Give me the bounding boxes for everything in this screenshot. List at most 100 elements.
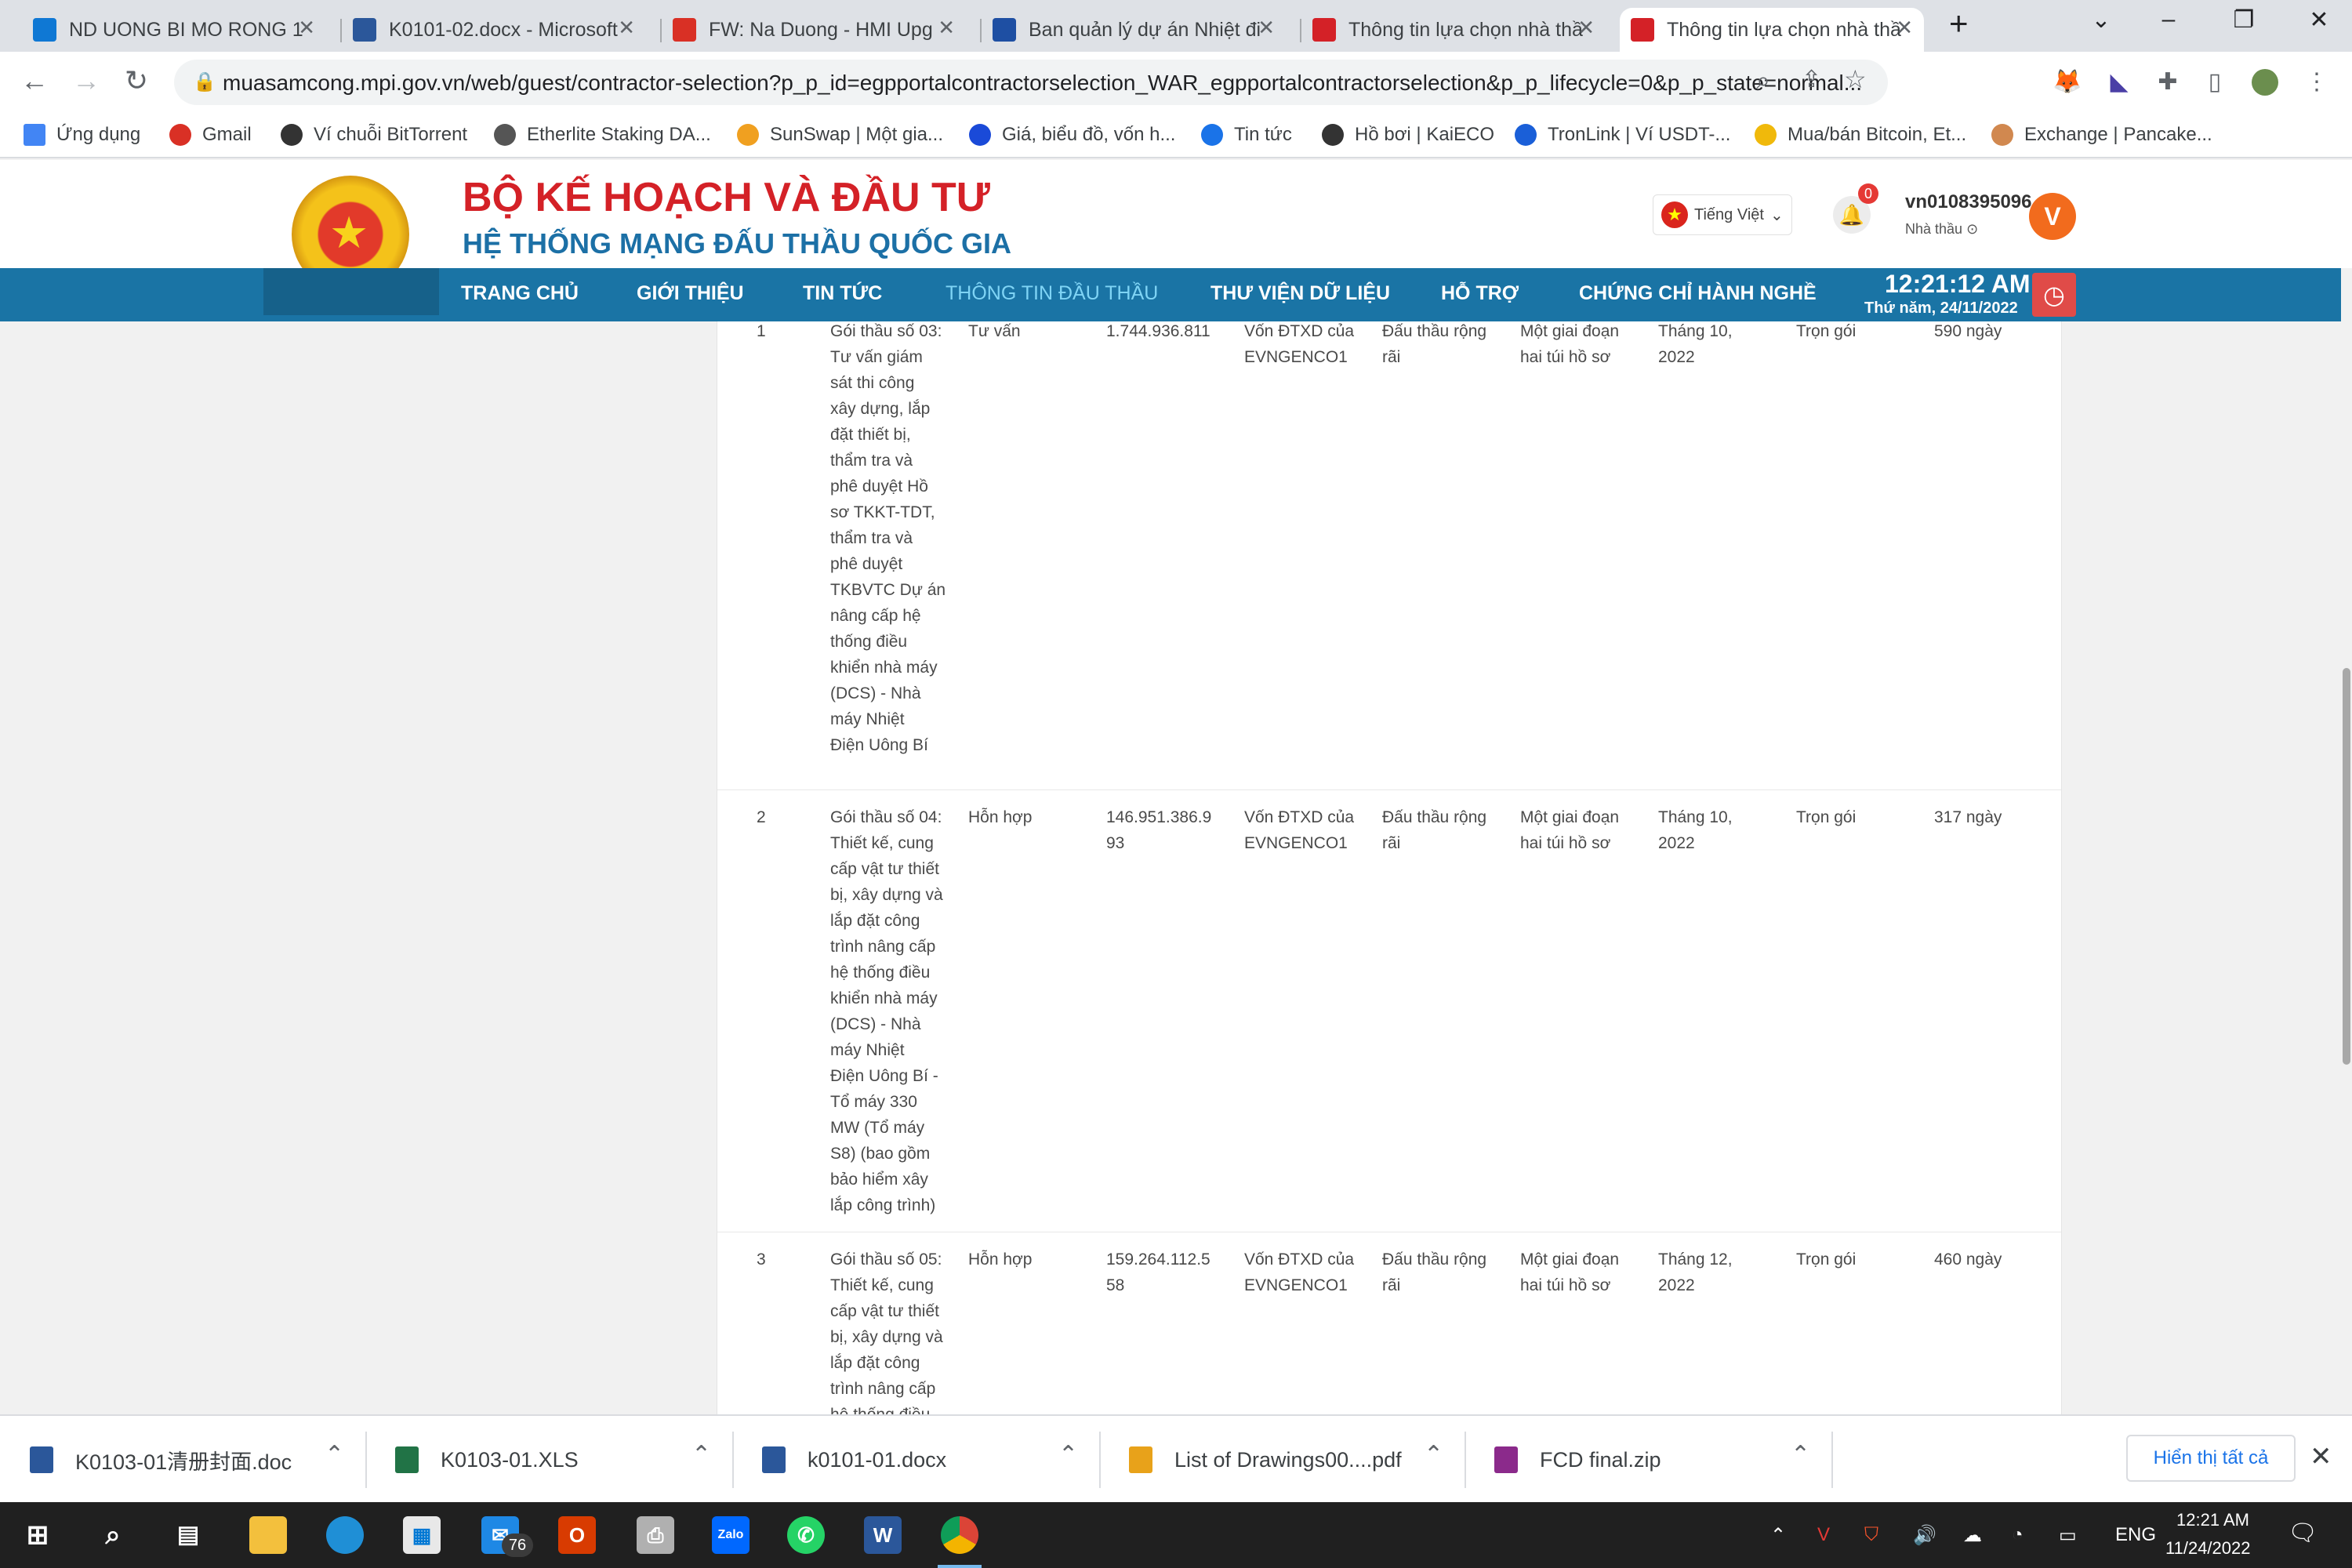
menu-kebab-icon[interactable]: ⋮	[2303, 69, 2330, 96]
zalo-icon[interactable]: Zalo	[712, 1516, 750, 1554]
search-icon[interactable]: ⌕	[94, 1516, 132, 1554]
url-text[interactable]: muasamcong.mpi.gov.vn/web/guest/contract…	[223, 71, 1862, 96]
browser-tab[interactable]: ND UONG BI MO RONG 1 ✕	[22, 8, 326, 52]
bookmark-item[interactable]: Gmail	[169, 119, 252, 151]
notification-center-icon[interactable]: 🗨	[2288, 1519, 2318, 1547]
nav-item[interactable]: HỖ TRỢ	[1441, 282, 1519, 305]
windows-start-icon[interactable]: ⊞	[19, 1516, 56, 1554]
bookmark-item[interactable]: Ví chuỗi BitTorrent	[281, 119, 467, 151]
close-window-icon[interactable]: ✕	[2296, 6, 2343, 34]
close-tab-icon[interactable]: ✕	[618, 16, 635, 40]
bookmark-item[interactable]: Giá, biểu đồ, vốn h...	[969, 119, 1175, 151]
address-bar[interactable]: 🔒 muasamcong.mpi.gov.vn/web/guest/contra…	[174, 60, 1888, 105]
edge-browser-icon[interactable]	[326, 1516, 364, 1554]
bookmark-item[interactable]: TronLink | Ví USDT-...	[1515, 119, 1730, 151]
nav-item[interactable]: CHỨNG CHỈ HÀNH NGHỀ	[1579, 282, 1817, 305]
bookmark-item[interactable]: SunSwap | Một gia...	[737, 119, 943, 151]
nav-item[interactable]: GIỚI THIỆU	[637, 282, 744, 305]
office-icon[interactable]: O	[558, 1516, 596, 1554]
user-avatar[interactable]: V	[2029, 193, 2076, 240]
side-panel-icon[interactable]: ▯	[2201, 69, 2228, 96]
printer-app-icon[interactable]: ⎙	[637, 1516, 674, 1554]
close-tab-icon[interactable]: ✕	[298, 16, 315, 40]
zoom-icon[interactable]: ⌕	[1756, 66, 1770, 96]
download-item[interactable]: K0103-01清册封面.doc	[30, 1416, 292, 1504]
nav-item[interactable]: THÔNG TIN ĐẦU THẦU	[946, 282, 1158, 305]
metamask-extension-icon[interactable]: 🦊	[2053, 69, 2082, 96]
forward-icon[interactable]: →	[67, 64, 105, 97]
cell-stt: 1	[757, 322, 766, 340]
extension-icon[interactable]: ◣	[2106, 69, 2132, 96]
browser-tab[interactable]: K0101-02.docx - Microsoft ✕	[342, 8, 646, 52]
new-tab-button[interactable]: +	[1949, 5, 1969, 42]
volume-icon[interactable]: 🔊	[1913, 1524, 1936, 1547]
close-tab-icon[interactable]: ✕	[1896, 16, 1913, 40]
download-options-chevron-icon[interactable]: ⌃	[1424, 1441, 1443, 1468]
browser-tab[interactable]: Ban quản lý dự án Nhiệt đi ✕	[982, 8, 1286, 52]
download-options-chevron-icon[interactable]: ⌃	[1791, 1441, 1810, 1468]
username[interactable]: vn0108395096	[1905, 191, 2031, 213]
tab-search-icon[interactable]: ⌄	[2078, 6, 2125, 34]
brave-tray-icon[interactable]: ⛉	[1864, 1524, 1878, 1546]
close-tab-icon[interactable]: ✕	[938, 16, 955, 40]
onedrive-tray-icon[interactable]: ☁	[1963, 1524, 1982, 1547]
bookmark-item[interactable]: Tin tức	[1201, 119, 1292, 151]
download-options-chevron-icon[interactable]: ⌃	[325, 1441, 344, 1468]
close-tab-icon[interactable]: ✕	[1577, 16, 1595, 40]
restore-icon[interactable]: ❐	[2220, 6, 2267, 34]
download-item[interactable]: K0103-01.XLS	[395, 1416, 579, 1504]
tab-title: Thông tin lựa chọn nhà thầ	[1348, 18, 1583, 41]
download-options-chevron-icon[interactable]: ⌃	[691, 1441, 711, 1468]
wifi-icon[interactable]: ◔	[2012, 1524, 2024, 1546]
browser-tab[interactable]: Thông tin lựa chọn nhà thầ ✕	[1620, 8, 1924, 52]
cell-line: Tháng 10,	[1658, 808, 1733, 826]
download-options-chevron-icon[interactable]: ⌃	[1058, 1441, 1078, 1468]
battery-icon[interactable]: ▭	[2059, 1524, 2077, 1547]
whatsapp-icon[interactable]: ✆	[787, 1516, 825, 1554]
bookmark-item[interactable]: Etherlite Staking DA...	[494, 119, 711, 151]
download-item[interactable]: k0101-01.docx	[762, 1416, 946, 1504]
clock-icon[interactable]: ◷	[2032, 273, 2076, 317]
cell-field: Tư vấn	[968, 322, 1021, 340]
profile-avatar-icon[interactable]	[2252, 69, 2278, 96]
microsoft-store-icon[interactable]: ▦	[403, 1516, 441, 1554]
show-hidden-icons-icon[interactable]: ⌃	[1770, 1524, 1786, 1547]
download-separator	[732, 1432, 734, 1488]
input-language[interactable]: ENG	[2115, 1524, 2156, 1546]
minimize-icon[interactable]: –	[2145, 6, 2192, 33]
bookmark-item[interactable]: Ứng dụng	[24, 119, 140, 151]
task-view-icon[interactable]: ▤	[169, 1516, 207, 1554]
bookmark-item[interactable]: Exchange | Pancake...	[1991, 119, 2212, 151]
taskbar-date[interactable]: 11/24/2022	[2165, 1538, 2250, 1559]
lock-icon[interactable]: 🔒	[193, 71, 216, 93]
share-icon[interactable]: ⇪	[1802, 66, 1821, 93]
nav-item[interactable]: THƯ VIỆN DỮ LIỆU	[1210, 282, 1390, 305]
bookmark-item[interactable]: Mua/bán Bitcoin, Et...	[1755, 119, 1966, 151]
extensions-puzzle-icon[interactable]: ✚	[2154, 69, 2181, 96]
back-icon[interactable]: ←	[16, 64, 53, 97]
reload-icon[interactable]: ↻	[118, 64, 155, 97]
taskbar-time[interactable]: 12:21 AM	[2176, 1510, 2249, 1530]
download-item[interactable]: FCD final.zip	[1494, 1416, 1661, 1504]
cell-line: Tháng 10,	[1658, 322, 1733, 340]
bookmark-item[interactable]: Hồ bơi | KaiECO	[1322, 119, 1494, 151]
cell-line: Thiết kế, cung	[830, 1276, 934, 1294]
download-item[interactable]: List of Drawings00....pdf	[1129, 1416, 1402, 1504]
close-download-shelf-icon[interactable]: ✕	[2310, 1441, 2332, 1472]
antivirus-tray-icon[interactable]: V	[1817, 1524, 1830, 1546]
cell-line: sơ TKKT-TDT,	[830, 503, 935, 521]
notification-count-badge: 0	[1858, 183, 1878, 204]
browser-tab[interactable]: Thông tin lựa chọn nhà thầ ✕	[1301, 8, 1606, 52]
language-selector[interactable]: ★ Tiếng Việt ⌄	[1653, 194, 1792, 235]
browser-tab[interactable]: FW: Na Duong - HMI Upg ✕	[662, 8, 966, 52]
bookmark-star-icon[interactable]: ☆	[1844, 64, 1867, 94]
nav-item[interactable]: TIN TỨC	[803, 282, 882, 305]
word-app-icon[interactable]: W	[864, 1516, 902, 1554]
chrome-icon[interactable]	[941, 1516, 978, 1554]
cell-line: hệ thống điều	[830, 1402, 943, 1414]
nav-item[interactable]: TRANG CHỦ	[461, 282, 579, 305]
page-scrollbar-thumb[interactable]	[2343, 668, 2350, 1065]
show-all-downloads-button[interactable]: Hiển thị tất cả	[2126, 1435, 2296, 1482]
file-explorer-icon[interactable]	[249, 1516, 287, 1554]
close-tab-icon[interactable]: ✕	[1258, 16, 1275, 40]
